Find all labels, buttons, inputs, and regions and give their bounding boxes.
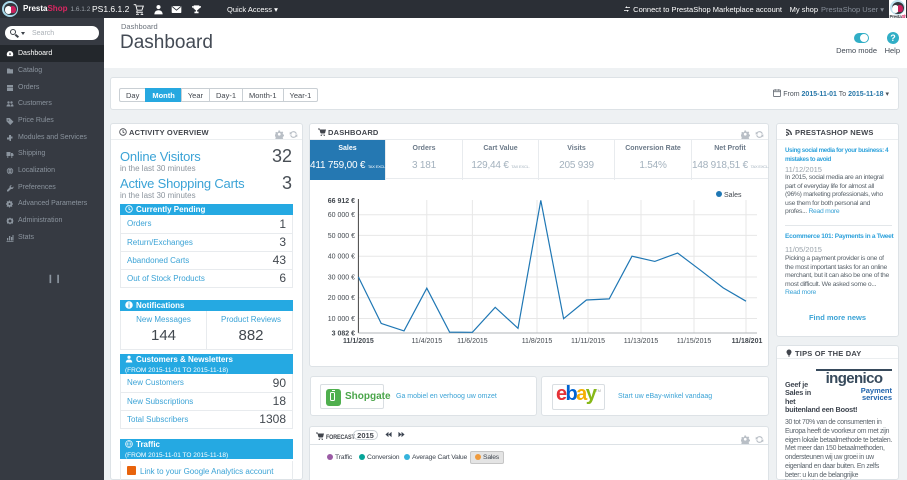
svg-text:10 000 €: 10 000 € xyxy=(328,316,355,323)
svg-text:50 000 €: 50 000 € xyxy=(328,233,355,240)
svg-text:11/11/2015: 11/11/2015 xyxy=(571,338,605,345)
svg-text:11/13/2015: 11/13/2015 xyxy=(624,338,659,345)
svg-text:11/18/201: 11/18/201 xyxy=(732,338,763,345)
svg-text:Sales: Sales xyxy=(724,192,742,199)
svg-text:11/4/2015: 11/4/2015 xyxy=(411,338,442,345)
svg-text:11/8/2015: 11/8/2015 xyxy=(522,338,553,345)
svg-text:66 912 €: 66 912 € xyxy=(328,198,355,205)
svg-text:60 000 €: 60 000 € xyxy=(328,212,355,219)
svg-text:30 000 €: 30 000 € xyxy=(328,275,355,282)
svg-text:11/15/2015: 11/15/2015 xyxy=(677,338,712,345)
svg-text:40 000 €: 40 000 € xyxy=(328,254,355,261)
svg-text:11/1/2015: 11/1/2015 xyxy=(343,338,374,345)
svg-text:20 000 €: 20 000 € xyxy=(328,295,355,302)
svg-text:11/6/2015: 11/6/2015 xyxy=(457,338,488,345)
svg-text:3 082 €: 3 082 € xyxy=(332,330,355,337)
